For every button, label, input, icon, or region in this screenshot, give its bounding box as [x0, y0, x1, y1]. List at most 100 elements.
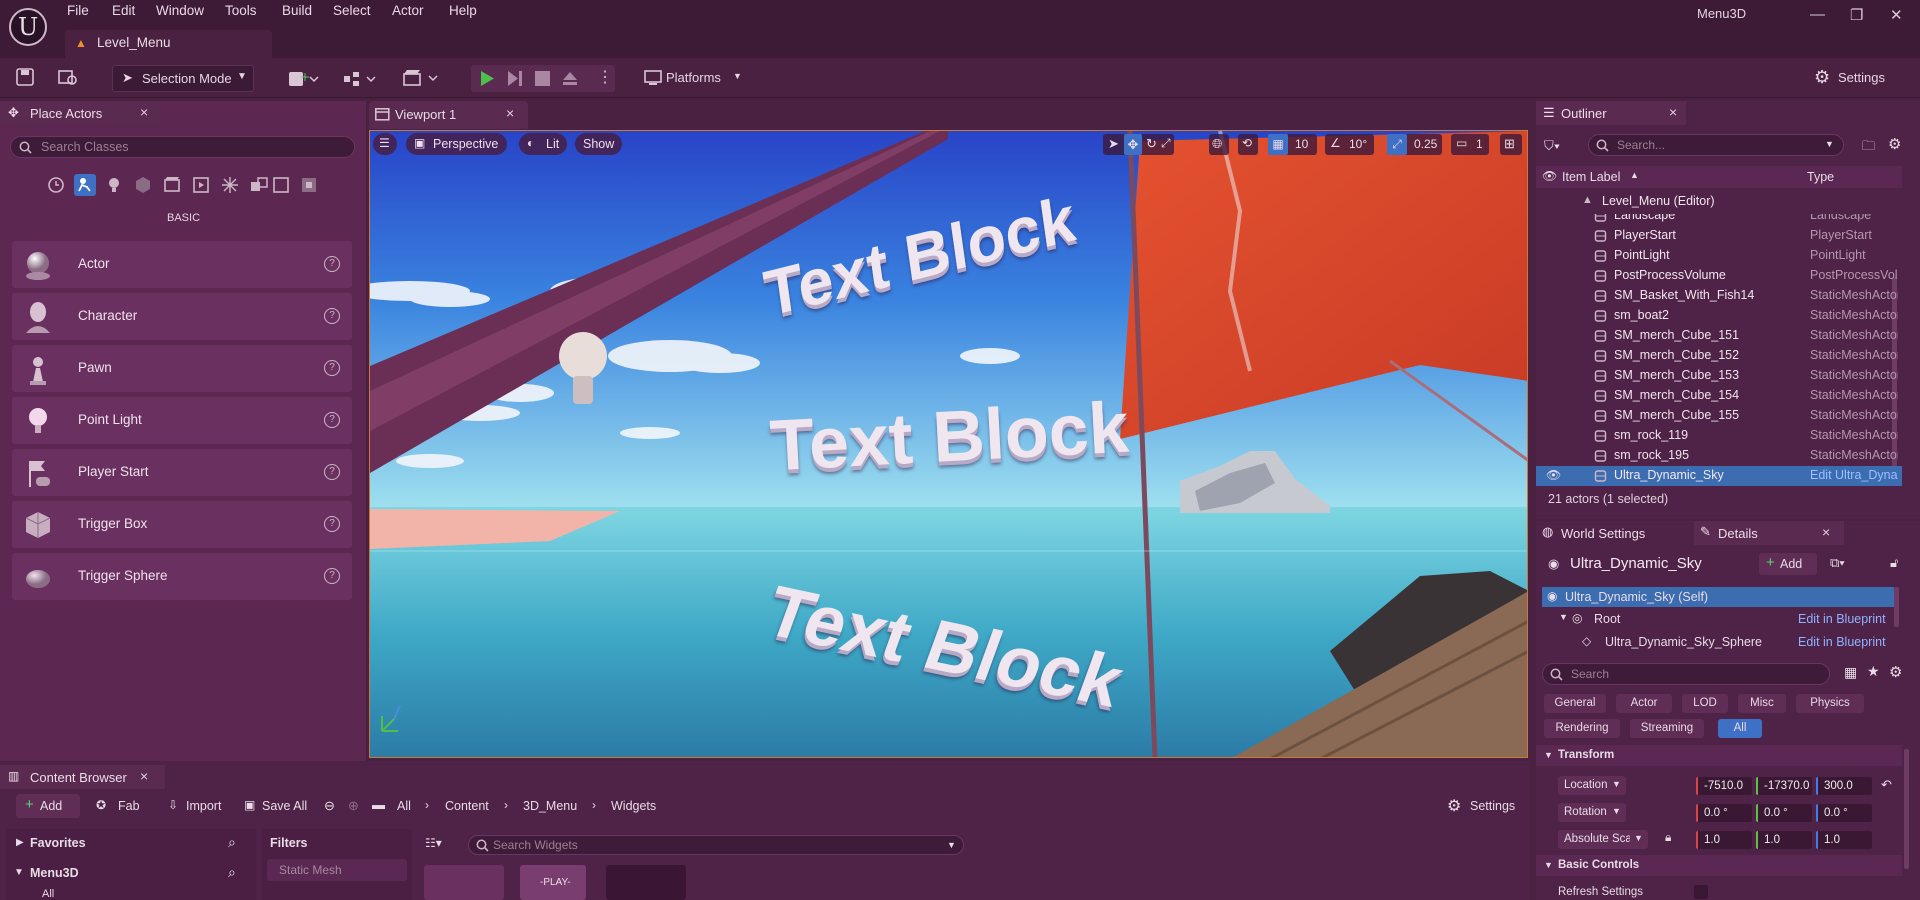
geometry-icon[interactable] [270, 174, 292, 196]
help-icon[interactable]: ? [324, 360, 340, 376]
outliner-row[interactable]: SM_merch_Cube_154 StaticMeshActor [1536, 386, 1902, 406]
filter-misc[interactable]: Misc [1738, 694, 1786, 713]
menu-help[interactable]: Help [449, 3, 477, 18]
play-icon[interactable] [479, 70, 495, 87]
close-icon[interactable]: × [1822, 524, 1830, 540]
lights-icon[interactable] [103, 174, 125, 196]
basic-controls-section-header[interactable]: ▼ Basic Controls [1536, 855, 1902, 876]
outliner-row[interactable]: sm_boat2 StaticMeshActor [1536, 306, 1902, 326]
outliner-row[interactable]: SM_merch_Cube_151 StaticMeshActor [1536, 326, 1902, 346]
filter-rendering[interactable]: Rendering [1544, 719, 1620, 738]
filter-general[interactable]: General [1544, 694, 1606, 713]
outliner-tab[interactable]: ☰ Outliner × [1536, 101, 1686, 125]
menu-edit[interactable]: Edit [112, 3, 135, 18]
add-actor-icon[interactable]: + [288, 70, 322, 88]
rotation-dropdown[interactable]: Rotation ▼ [1558, 803, 1626, 822]
grid-snap-toggle[interactable]: ▦ 10 [1268, 134, 1317, 155]
search-classes-input[interactable]: Search Classes [10, 136, 355, 158]
level-tab[interactable]: ▲ Level_Menu [65, 30, 272, 58]
lit-dropdown[interactable]: ◐ Lit [519, 133, 567, 155]
location-dropdown[interactable]: Location ▼ [1558, 776, 1626, 795]
fab-button[interactable]: ✪ Fab [94, 794, 152, 818]
basic-category-icon[interactable] [74, 174, 96, 196]
scale-y-field[interactable]: 1.0 [1756, 831, 1812, 849]
scale-lock-icon[interactable]: 🔒︎ [1665, 830, 1671, 845]
asset-tile[interactable] [606, 865, 686, 900]
close-icon[interactable]: × [140, 104, 148, 120]
surface-snap-icon[interactable]: ⟲ [1238, 134, 1258, 155]
volumes-icon[interactable] [219, 174, 241, 196]
place-actors-tab[interactable]: ✥ Place Actors × [0, 101, 160, 125]
place-player-start-item[interactable]: Player Start ? [12, 449, 352, 496]
browse-icon[interactable] [58, 68, 78, 86]
rotation-snap-toggle[interactable]: ∠ 10° [1325, 134, 1374, 155]
close-icon[interactable]: × [1669, 104, 1677, 120]
viewport-menu-icon[interactable]: ☰ [373, 133, 397, 155]
rotation-x-field[interactable]: 0.0 ° [1696, 804, 1752, 822]
scale-z-field[interactable]: 1.0 [1816, 831, 1872, 849]
details-scrollbar[interactable] [1904, 749, 1909, 869]
close-icon[interactable]: × [506, 105, 514, 121]
outliner-row[interactable]: PostProcessVolume PostProcessVolume [1536, 266, 1902, 286]
recent-icon[interactable] [45, 174, 67, 196]
world-local-icon[interactable]: 🌐︎ [1209, 134, 1229, 155]
breadcrumb-all[interactable]: All [397, 799, 411, 813]
table-view-icon[interactable]: ▦ [1844, 664, 1857, 681]
edit-in-blueprint-link[interactable]: Edit in Blueprint [1798, 635, 1886, 649]
help-icon[interactable]: ? [324, 308, 340, 324]
place-pawn-item[interactable]: Pawn ? [12, 345, 352, 392]
all-folder-label[interactable]: All [42, 888, 54, 900]
outliner-row[interactable]: PointLight PointLight [1536, 246, 1902, 266]
filter-all[interactable]: All [1718, 719, 1762, 738]
help-icon[interactable]: ? [324, 568, 340, 584]
reset-icon[interactable]: ↶ [1881, 777, 1892, 793]
stop-icon[interactable] [535, 71, 550, 86]
details-tab[interactable]: ✎ Details × [1694, 521, 1844, 545]
content-add-button[interactable]: + Add [16, 794, 80, 818]
menu-select[interactable]: Select [333, 3, 371, 18]
blueprint-icon[interactable] [343, 70, 379, 88]
component-root-row[interactable]: ▼ ◎ Root Edit in Blueprint [1542, 609, 1894, 629]
step-icon[interactable] [507, 70, 523, 87]
breadcrumb-widgets[interactable]: Widgets [611, 799, 656, 813]
shapes-icon[interactable] [132, 174, 154, 196]
project-label[interactable]: Menu3D [30, 866, 79, 880]
outliner-row[interactable]: sm_rock_119 StaticMeshActor [1536, 426, 1902, 446]
scale-snap-toggle[interactable]: ⤢ 0.25 [1387, 134, 1442, 155]
perspective-dropdown[interactable]: ▣ Perspective [406, 133, 507, 155]
search-icon[interactable]: ⌕ [228, 864, 236, 881]
visual-effects-icon[interactable] [190, 174, 212, 196]
viewport-tab[interactable]: Viewport 1 × [369, 101, 528, 129]
location-x-field[interactable]: -7510.0 [1696, 777, 1752, 795]
help-icon[interactable]: ? [324, 412, 340, 428]
place-point-light-item[interactable]: Point Light ? [12, 397, 352, 444]
more-options-icon[interactable]: ⋮ [597, 67, 613, 87]
content-settings-button[interactable]: ⚙ Settings [1445, 794, 1525, 818]
save-all-button[interactable]: ▣ Save All [242, 794, 312, 818]
asset-tile[interactable] [424, 865, 504, 900]
place-trigger-box-item[interactable]: Trigger Box ? [12, 501, 352, 548]
selection-mode-dropdown[interactable]: ➤ Selection Mode ▼ [112, 65, 254, 92]
all-classes-icon[interactable] [248, 174, 270, 196]
scale-tool-icon[interactable]: ⤢ [1161, 136, 1171, 151]
forward-icon[interactable]: ⊕ [348, 798, 359, 814]
components-scrollbar[interactable] [1894, 587, 1899, 627]
unreal-logo-icon[interactable]: U [9, 8, 47, 46]
import-button[interactable]: ⇩ Import [166, 794, 230, 818]
folder-icon[interactable]: ▬ [372, 797, 385, 812]
outliner-row[interactable]: SM_Basket_With_Fish14 StaticMeshActor [1536, 286, 1902, 306]
item-label-header[interactable]: Item Label [1562, 170, 1620, 184]
world-settings-tab[interactable]: ◍ World Settings [1536, 521, 1694, 545]
menu-build[interactable]: Build [282, 3, 312, 18]
location-y-field[interactable]: -17370.0 [1756, 777, 1812, 795]
rotation-z-field[interactable]: 0.0 ° [1816, 804, 1872, 822]
rotation-y-field[interactable]: 0.0 ° [1756, 804, 1812, 822]
edit-in-blueprint-link[interactable]: Edit in Blueprint [1798, 612, 1886, 626]
filter-icon[interactable]: ☷▾ [425, 836, 442, 850]
outliner-root-row[interactable]: ▲ Level_Menu (Editor) [1536, 192, 1902, 212]
place-trigger-sphere-item[interactable]: Trigger Sphere ? [12, 553, 352, 600]
component-sphere-row[interactable]: ◇ Ultra_Dynamic_Sky_Sphere Edit in Bluep… [1542, 632, 1894, 652]
filter-actor[interactable]: Actor [1616, 694, 1672, 713]
add-folder-icon[interactable]: 🗀︎ [1862, 137, 1875, 159]
actor-name-field[interactable]: Ultra_Dynamic_Sky [1570, 555, 1702, 572]
